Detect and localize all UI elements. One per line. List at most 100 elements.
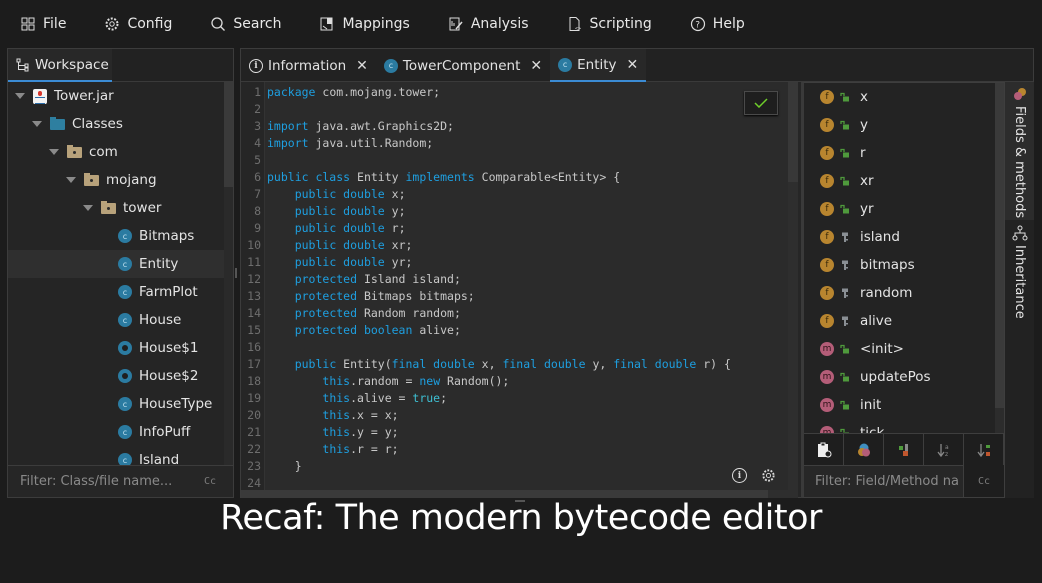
clipboard-settings-icon [817, 442, 831, 458]
expand-arrow-icon[interactable] [32, 121, 42, 127]
expand-arrow-icon[interactable] [49, 149, 59, 155]
caption: Recaf: The modern bytecode editor [220, 498, 822, 538]
script-icon: <> [569, 17, 581, 32]
method-item-updatePos[interactable]: m updatePos [820, 363, 931, 391]
class-filter-input[interactable] [20, 474, 190, 489]
field-item-xr[interactable]: f xr [820, 167, 874, 195]
show-synthetics-toggle[interactable] [804, 434, 844, 466]
expand-arrow-icon[interactable] [83, 205, 93, 211]
class-icon: c [118, 425, 132, 439]
member-name: updatePos [860, 369, 931, 385]
code-text: this.r = r; [322, 442, 399, 456]
class-icon: c [118, 397, 132, 411]
unlocked-icon [840, 176, 850, 186]
code-text: public double r; [294, 221, 406, 235]
tab-fields-methods[interactable]: Fields & methods [1005, 82, 1034, 220]
close-icon[interactable]: ✕ [530, 58, 542, 74]
tab-workspace[interactable]: Workspace [8, 49, 112, 82]
member-name: r [860, 145, 866, 161]
menu-analysis-label: Analysis [470, 16, 529, 32]
tree-item-farmplot[interactable]: c FarmPlot [8, 278, 233, 306]
tree-item-label: Bitmaps [139, 228, 195, 244]
editor-tabbar: i Information ✕ c TowerComponent ✕ c Ent… [241, 49, 1033, 82]
tab-information[interactable]: i Information ✕ [241, 49, 376, 82]
code-horizontal-scrollbar[interactable] [241, 490, 798, 498]
field-item-island[interactable]: f island [820, 223, 900, 251]
sort-alpha-icon: az [936, 444, 949, 458]
case-sensitive-toggle[interactable]: Cc [978, 476, 990, 487]
member-name: bitmaps [860, 257, 915, 273]
code-text: public class Entity implements Comparabl… [267, 170, 621, 184]
line-number: 9 [254, 221, 261, 235]
sort-alpha-toggle[interactable]: az [924, 434, 964, 466]
tree-item-house-2[interactable]: House$2 [8, 362, 233, 390]
unlocked-icon [840, 204, 850, 214]
tree-item-entity[interactable]: c Entity [8, 250, 233, 278]
menu-file[interactable]: File [20, 16, 66, 32]
tree-item-housetype[interactable]: c HouseType [8, 390, 233, 418]
field-item-alive[interactable]: f alive [820, 307, 892, 335]
tree-item-tower-jar[interactable]: Tower.jar [8, 82, 233, 110]
tab-towercomponent[interactable]: c TowerComponent ✕ [376, 49, 550, 82]
tree-item-house[interactable]: c House [8, 306, 233, 334]
tab-entity[interactable]: c Entity ✕ [550, 49, 647, 82]
show-access-toggle[interactable] [884, 434, 924, 466]
field-item-r[interactable]: fr [820, 139, 866, 167]
member-filter-input[interactable] [815, 474, 960, 489]
tree-item-infopuff[interactable]: c InfoPuff [8, 418, 233, 446]
close-icon[interactable]: ✕ [627, 57, 639, 73]
class-icon: c [383, 58, 398, 73]
vertical-split-handle[interactable] [235, 268, 237, 278]
method-item-tick[interactable]: m tick [820, 419, 884, 433]
line-number: 8 [254, 204, 261, 218]
field-item-yr[interactable]: f yr [820, 195, 874, 223]
field-item-bitmaps[interactable]: f bitmaps [820, 251, 915, 279]
close-icon[interactable]: ✕ [356, 58, 368, 74]
tab-inheritance[interactable]: Inheritance [1005, 225, 1034, 335]
case-sensitive-toggle[interactable]: Cc [204, 476, 216, 487]
tree-item-tower[interactable]: tower [8, 194, 233, 222]
tree-item-label: Classes [72, 116, 123, 132]
code-line: 20 this.x = x; [241, 407, 788, 424]
method-item-init[interactable]: m init [820, 391, 881, 419]
code-line: 1 package com.mojang.tower; [241, 84, 788, 101]
tree-item-label: Entity [139, 256, 179, 272]
tree-item-house-1[interactable]: House$1 [8, 334, 233, 362]
scrollbar-thumb[interactable] [224, 82, 233, 187]
inner-class-icon [118, 369, 132, 383]
tree-item-classes[interactable]: Classes [8, 110, 233, 138]
field-item-y[interactable]: fy [820, 111, 868, 139]
code-text: public double yr; [294, 255, 413, 269]
scrollbar-thumb[interactable] [788, 82, 798, 182]
field-item-random[interactable]: f random [820, 279, 912, 307]
expand-arrow-icon[interactable] [66, 177, 76, 183]
expand-arrow-icon[interactable] [15, 93, 25, 99]
tree-item-com[interactable]: com [8, 138, 233, 166]
menu-help[interactable]: ? Help [690, 16, 745, 32]
tree-item-bitmaps[interactable]: c Bitmaps [8, 222, 233, 250]
line-number: 5 [254, 153, 261, 167]
member-name: random [860, 285, 913, 301]
menu-scripting[interactable]: <> Scripting [567, 16, 652, 32]
key-icon [840, 260, 850, 270]
sort-visibility-toggle[interactable] [964, 434, 1004, 466]
show-types-toggle[interactable] [844, 434, 884, 466]
code-vertical-scrollbar[interactable] [788, 82, 798, 490]
code-line: 4 import java.util.Random; [241, 135, 788, 152]
gear-icon [105, 17, 119, 31]
tree-item-mojang[interactable]: mojang [8, 166, 233, 194]
method-item-init[interactable]: m <init> [820, 335, 904, 363]
menu-analysis[interactable]: Analysis [448, 16, 529, 32]
menu-search[interactable]: Search [210, 16, 281, 32]
field-item-x[interactable]: fx [820, 83, 868, 111]
workspace-scrollbar[interactable] [224, 82, 233, 468]
line-number: 23 [247, 459, 261, 473]
menu-config[interactable]: Config [104, 16, 172, 32]
menu-mappings[interactable]: Mappings [319, 16, 410, 32]
member-filter [804, 465, 964, 497]
info-icon: i [249, 58, 263, 73]
member-name: xr [860, 173, 874, 189]
line-number: 2 [254, 102, 261, 116]
menu-help-label: Help [712, 16, 745, 32]
code-editor[interactable]: i 1 package com.mojang.tower; 2 3 import jav… [241, 82, 788, 490]
